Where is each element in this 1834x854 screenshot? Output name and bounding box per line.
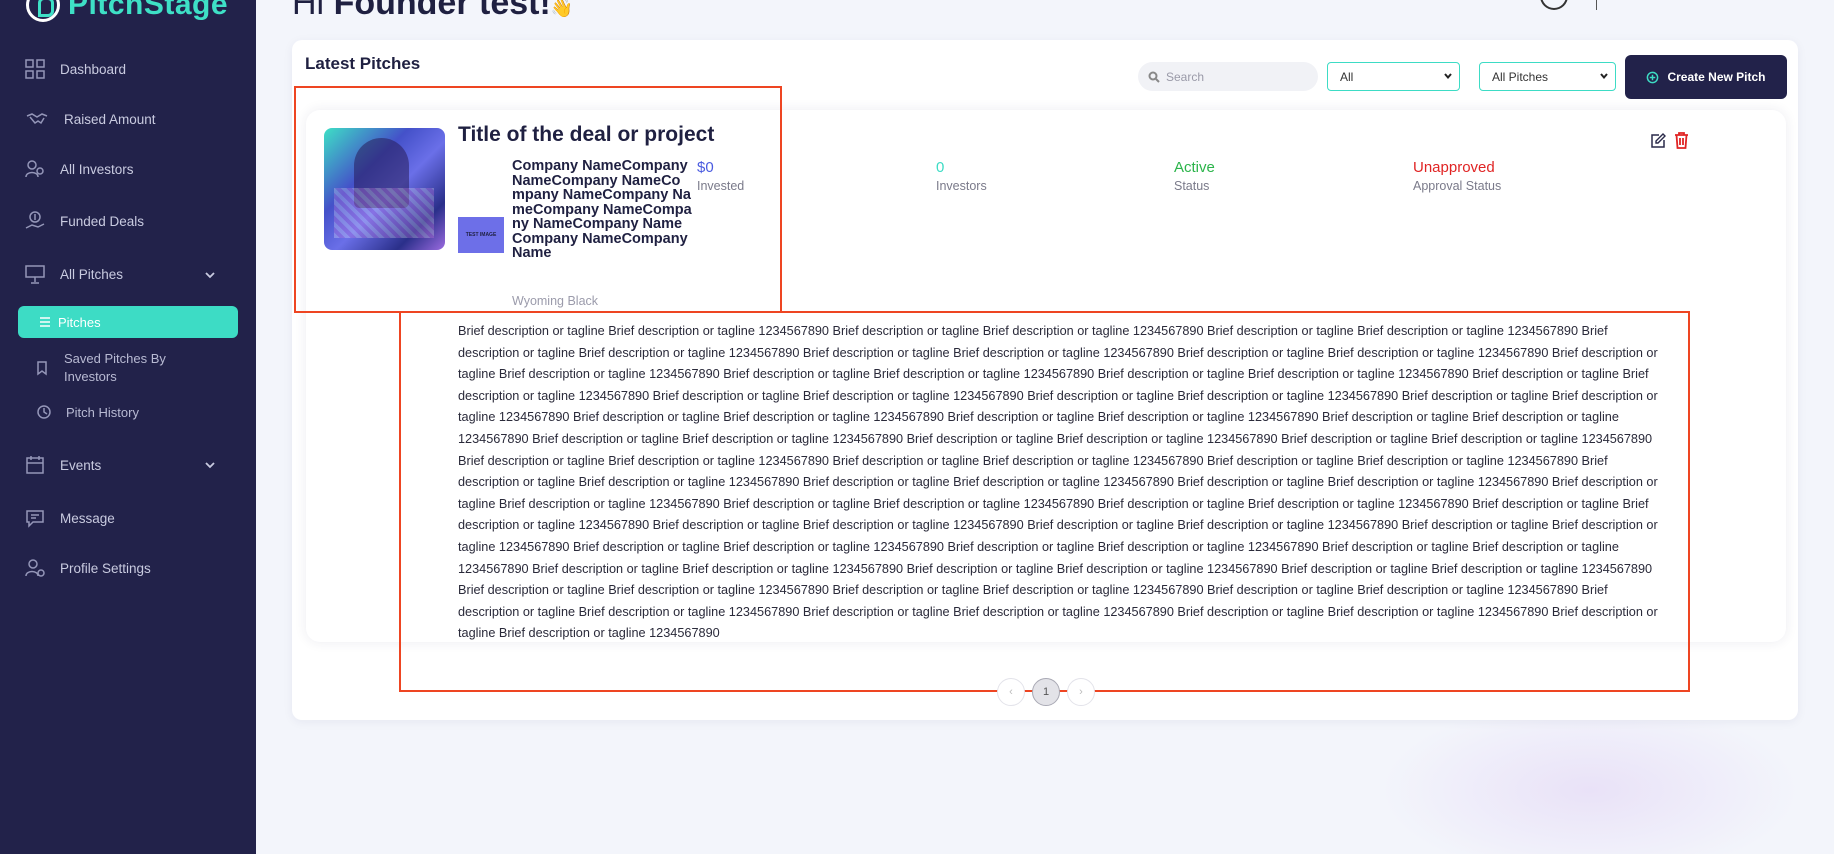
background-glow <box>1380 700 1800 854</box>
sidebar-item-label: Saved Pitches By Investors <box>64 351 166 384</box>
create-new-pitch-button[interactable]: Create New Pitch <box>1625 55 1787 99</box>
notification-bell-icon[interactable] <box>1540 0 1568 10</box>
brand-name: PitchStage <box>68 0 229 21</box>
sidebar-item-profile-settings[interactable]: Profile Settings <box>24 554 151 582</box>
status-value: Active <box>1174 159 1215 176</box>
sidebar-item-message[interactable]: Message <box>24 504 115 532</box>
approval-status-value: Unapproved <box>1413 159 1495 176</box>
chevron-down-icon[interactable] <box>203 458 217 472</box>
handshake-icon <box>26 113 48 125</box>
sidebar-item-label: All Investors <box>60 161 134 177</box>
filter-select-value: All <box>1340 69 1354 84</box>
greeting-name: Founder test! <box>333 0 551 22</box>
page-greeting: Hi Founder test!👋 <box>292 0 573 23</box>
sidebar-item-all-investors[interactable]: All Investors <box>24 155 134 183</box>
company-location: Wyoming Black <box>512 294 599 308</box>
sidebar-item-funded-deals[interactable]: Funded Deals <box>24 207 144 235</box>
sidebar-item-raised-amount[interactable]: Raised Amount <box>24 105 156 133</box>
header-divider <box>1596 0 1597 10</box>
chevron-down-icon <box>1444 73 1452 80</box>
logo-icon <box>26 0 60 22</box>
sidebar-item-label: Pitches <box>58 314 101 330</box>
sidebar-item-dashboard[interactable]: Dashboard <box>24 55 126 83</box>
sidebar-item-label: Message <box>60 510 115 526</box>
search-icon <box>1148 71 1160 83</box>
sidebar-item-label: Dashboard <box>60 61 127 77</box>
history-icon <box>37 405 51 419</box>
sidebar-item-events[interactable]: Events <box>24 451 101 479</box>
sidebar-item-label: All Pitches <box>60 266 124 282</box>
dashboard-icon <box>25 59 45 79</box>
approval-status-label: Approval Status <box>1413 179 1502 193</box>
wave-icon: 👋 <box>550 0 574 18</box>
sidebar-item-saved-pitches[interactable]: Saved Pitches By Investors <box>34 350 214 386</box>
pitch-thumbnail[interactable] <box>324 128 445 250</box>
search-box[interactable] <box>1138 62 1318 91</box>
brand-logo[interactable]: PitchStage <box>26 0 228 22</box>
sidebar-item-label: Profile Settings <box>60 560 151 576</box>
pitch-title[interactable]: Title of the deal or project <box>458 123 714 147</box>
calendar-icon <box>26 456 44 474</box>
investors-label: Investors <box>936 179 987 193</box>
invested-label: Invested <box>697 179 745 193</box>
money-hand-icon <box>25 211 45 229</box>
investors-value: 0 <box>936 159 945 176</box>
sidebar: PitchStage Dashboard Raised Amount All I… <box>0 0 256 854</box>
filter-select[interactable]: All <box>1327 62 1460 91</box>
pitch-description: Brief description or tagline Brief descr… <box>458 324 1658 641</box>
edit-icon[interactable] <box>1650 133 1666 149</box>
sidebar-item-label: Events <box>60 457 102 473</box>
chevron-down-icon[interactable] <box>203 268 217 282</box>
company-logo: TEST IMAGE <box>458 217 504 253</box>
plus-circle-icon <box>1647 71 1659 83</box>
presentation-icon <box>25 265 45 284</box>
pagination-page[interactable]: 1 <box>1032 678 1060 706</box>
pitch-filter-select[interactable]: All Pitches <box>1479 62 1616 91</box>
company-name: Company NameCompany NameCompany NameComp… <box>512 158 692 261</box>
section-title: Latest Pitches <box>305 54 421 73</box>
list-icon <box>40 317 50 327</box>
trash-icon[interactable] <box>1673 131 1690 150</box>
sidebar-item-label: Funded Deals <box>60 213 145 229</box>
sidebar-item-label: Pitch History <box>66 404 139 420</box>
chevron-down-icon <box>1600 73 1608 80</box>
status-label: Status <box>1174 179 1210 193</box>
greeting-prefix: Hi <box>292 0 334 22</box>
sidebar-item-pitch-history[interactable]: Pitch History <box>36 398 139 426</box>
investors-icon <box>25 160 44 178</box>
sidebar-item-all-pitches[interactable]: All Pitches <box>24 260 123 288</box>
bookmark-icon <box>37 361 47 376</box>
sidebar-item-label: Raised Amount <box>64 111 156 127</box>
user-settings-icon <box>25 559 45 577</box>
invested-value: $0 <box>697 159 714 176</box>
pitch-filter-select-value: All Pitches <box>1492 69 1549 84</box>
sidebar-item-pitches[interactable]: Pitches <box>18 306 238 338</box>
pagination-next[interactable]: › <box>1067 678 1095 706</box>
search-input[interactable] <box>1166 69 1306 84</box>
message-icon <box>26 510 44 528</box>
create-new-pitch-label: Create New Pitch <box>1667 70 1766 84</box>
pagination-prev[interactable]: ‹ <box>997 678 1025 706</box>
